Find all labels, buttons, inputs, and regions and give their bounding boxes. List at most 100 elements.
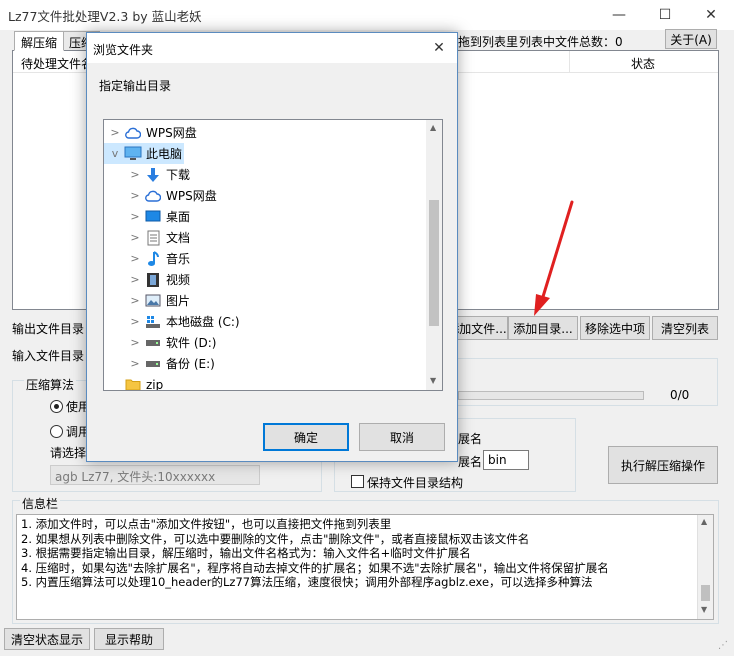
scroll-thumb[interactable] bbox=[701, 585, 710, 601]
expand-icon[interactable]: > bbox=[108, 126, 122, 139]
expand-icon[interactable]: > bbox=[128, 231, 142, 244]
tree-item-wps-cloud[interactable]: > WPS网盘 bbox=[104, 122, 424, 143]
tree-item-label: WPS网盘 bbox=[146, 126, 197, 140]
column-filename[interactable]: 待处理文件名 bbox=[21, 55, 93, 72]
file-count: 列表中文件总数：0 bbox=[519, 35, 623, 49]
column-status[interactable]: 状态 bbox=[631, 55, 655, 72]
expand-icon[interactable]: > bbox=[128, 336, 142, 349]
ext-label-1: 展名 bbox=[458, 432, 483, 446]
tree-item-music[interactable]: > 音乐 bbox=[104, 248, 424, 269]
tree-item-label: 下载 bbox=[166, 168, 191, 182]
output-dir-label: 输出文件目录 bbox=[12, 322, 85, 336]
tree-scroll-thumb[interactable] bbox=[429, 200, 439, 326]
folder-icon bbox=[124, 377, 142, 390]
info-line: 3. 根据需要指定输出目录，解压缩时，输出文件名格式为：输入文件名+临时文件扩展… bbox=[21, 546, 471, 560]
tree-item-videos[interactable]: > 视频 bbox=[104, 269, 424, 290]
tree-item-label: 桌面 bbox=[166, 210, 191, 224]
algorithm-group-title: 压缩算法 bbox=[24, 376, 77, 393]
dialog-close-button[interactable]: ✕ bbox=[429, 40, 449, 56]
picture-icon bbox=[144, 293, 162, 309]
scroll-up-icon[interactable]: ▲ bbox=[701, 517, 707, 526]
dialog-prompt: 指定输出目录 bbox=[99, 79, 172, 93]
minimize-button[interactable]: — bbox=[596, 0, 642, 30]
desktop-icon bbox=[144, 209, 162, 225]
expand-icon[interactable]: > bbox=[128, 168, 142, 181]
tree-item-label: zip bbox=[146, 377, 164, 391]
folder-tree[interactable]: > WPS网盘 v 此电脑 > 下载 > WPS网盘 > 桌面 > 文档 > 音… bbox=[103, 119, 443, 391]
tree-item-label: 此电脑 bbox=[146, 147, 183, 161]
tree-item-label: 备份 (E:) bbox=[166, 357, 215, 371]
tree-item-label: 软件 (D:) bbox=[166, 336, 217, 350]
progress-bar bbox=[458, 391, 644, 400]
tree-item-drive-c[interactable]: > 本地磁盘 (C:) bbox=[104, 311, 424, 332]
resize-grip-icon[interactable]: ⋰ bbox=[718, 640, 732, 654]
algorithm-select[interactable]: agb Lz77, 文件头:10xxxxxx bbox=[50, 465, 260, 485]
radio-external[interactable] bbox=[50, 425, 63, 438]
tab-decompress[interactable]: 解压缩 bbox=[14, 31, 65, 51]
cloud-icon bbox=[124, 125, 142, 141]
scroll-up-icon[interactable]: ▲ bbox=[430, 123, 436, 132]
window-title: Lz77文件批处理V2.3 by 蓝山老妖 bbox=[8, 9, 202, 24]
tree-item-this-pc[interactable]: v 此电脑 bbox=[104, 143, 184, 164]
radio-builtin[interactable] bbox=[50, 400, 63, 413]
document-icon bbox=[144, 230, 162, 246]
expand-icon[interactable]: > bbox=[128, 357, 142, 370]
column-divider bbox=[569, 51, 570, 73]
computer-icon bbox=[124, 146, 142, 162]
tree-item-label: 视频 bbox=[166, 273, 191, 287]
clear-status-button[interactable]: 清空状态显示 bbox=[4, 628, 90, 650]
info-title: 信息栏 bbox=[20, 495, 61, 512]
expand-icon[interactable]: > bbox=[128, 210, 142, 223]
keep-structure-checkbox[interactable] bbox=[351, 475, 364, 488]
tree-item-label: 文档 bbox=[166, 231, 191, 245]
ext-input[interactable]: bin bbox=[483, 450, 529, 470]
video-icon bbox=[144, 272, 162, 288]
drive-icon bbox=[144, 335, 162, 351]
input-dir-label: 输入文件目录 bbox=[12, 349, 85, 363]
collapse-icon[interactable]: v bbox=[108, 147, 122, 160]
tree-item-drive-e[interactable]: > 备份 (E:) bbox=[104, 353, 424, 374]
expand-icon[interactable]: > bbox=[128, 315, 142, 328]
about-button[interactable]: 关于(A) bbox=[665, 29, 717, 49]
maximize-button[interactable]: ☐ bbox=[642, 0, 688, 30]
browse-folder-dialog: 浏览文件夹 ✕ 指定输出目录 > WPS网盘 v 此电脑 > 下载 > WPS网… bbox=[86, 32, 458, 462]
drag-hint: 拖到列表里 bbox=[458, 35, 519, 49]
cancel-button[interactable]: 取消 bbox=[359, 423, 445, 451]
tree-item-downloads[interactable]: > 下载 bbox=[104, 164, 424, 185]
info-scrollbar[interactable]: ▲ ▼ bbox=[697, 515, 713, 619]
tree-item-desktop[interactable]: > 桌面 bbox=[104, 206, 424, 227]
tree-item-zip[interactable]: zip bbox=[104, 374, 424, 391]
tree-scrollbar[interactable]: ▲ ▼ bbox=[426, 120, 442, 390]
tree-item-label: 图片 bbox=[166, 294, 191, 308]
ok-button[interactable]: 确定 bbox=[263, 423, 349, 451]
tree-item-wps-cloud-2[interactable]: > WPS网盘 bbox=[104, 185, 424, 206]
info-line: 4. 压缩时，如果勾选"去除扩展名"，程序将自动去掉文件的扩展名；如果不选"去除… bbox=[21, 560, 609, 575]
ext-label-2: 展名 bbox=[458, 455, 483, 469]
expand-icon[interactable]: > bbox=[128, 294, 142, 307]
dialog-title: 浏览文件夹 bbox=[93, 43, 154, 57]
expand-icon[interactable]: > bbox=[128, 189, 142, 202]
download-icon bbox=[144, 167, 162, 183]
music-icon bbox=[144, 250, 162, 267]
close-button[interactable]: ✕ bbox=[688, 0, 734, 30]
show-help-button[interactable]: 显示帮助 bbox=[94, 628, 164, 650]
expand-icon[interactable]: > bbox=[128, 273, 142, 286]
tree-item-label: 音乐 bbox=[166, 252, 191, 266]
info-line: 2. 如果想从列表中删除文件，可以选中要删除的文件，点击"删除文件"，或者直接鼠… bbox=[21, 531, 530, 546]
execute-button[interactable]: 执行解压缩操作 bbox=[608, 446, 718, 484]
expand-icon[interactable]: > bbox=[128, 252, 142, 265]
tree-item-documents[interactable]: > 文档 bbox=[104, 227, 424, 248]
clear-list-button[interactable]: 清空列表 bbox=[652, 316, 718, 340]
tree-item-label: 本地磁盘 (C:) bbox=[166, 315, 240, 329]
dialog-title-bar: 浏览文件夹 ✕ bbox=[87, 33, 457, 63]
info-textarea[interactable]: 1. 添加文件时，可以点击"添加文件按钮"，也可以直接把文件拖到列表里 2. 如… bbox=[16, 514, 714, 620]
scroll-down-icon[interactable]: ▼ bbox=[701, 605, 707, 614]
scroll-down-icon[interactable]: ▼ bbox=[430, 376, 436, 385]
tree-item-drive-d[interactable]: > 软件 (D:) bbox=[104, 332, 424, 353]
tree-item-pictures[interactable]: > 图片 bbox=[104, 290, 424, 311]
keep-structure-label: 保持文件目录结构 bbox=[367, 476, 464, 490]
progress-text: 0/0 bbox=[670, 388, 690, 402]
title-bar: Lz77文件批处理V2.3 by 蓝山老妖 — ☐ ✕ bbox=[0, 0, 734, 30]
remove-selected-button[interactable]: 移除选中项 bbox=[580, 316, 650, 340]
system-drive-icon bbox=[144, 314, 162, 330]
